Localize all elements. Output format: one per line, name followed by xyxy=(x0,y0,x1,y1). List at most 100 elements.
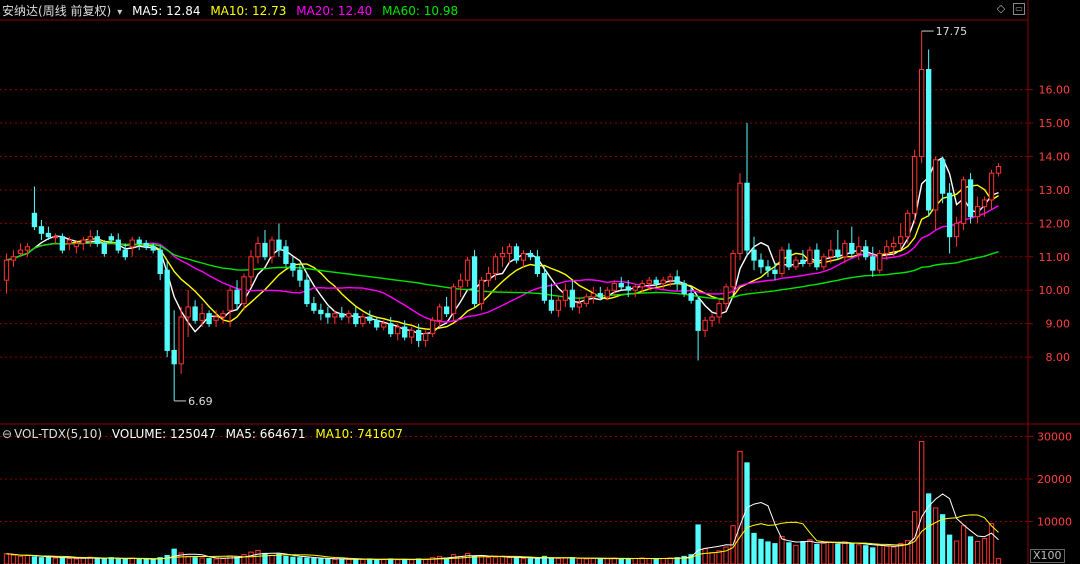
candle-body xyxy=(527,252,534,258)
candle-body xyxy=(639,283,645,288)
volume-bar xyxy=(73,558,80,564)
ma20-label: MA20: 12.40 xyxy=(296,4,373,18)
candle-body xyxy=(960,179,967,224)
volume-bar xyxy=(946,534,953,564)
volume-bar xyxy=(702,548,708,564)
period-label: (周线 前复权) xyxy=(38,4,112,18)
candlestick-series xyxy=(3,31,1002,401)
candle-body xyxy=(842,242,848,258)
candle-body xyxy=(241,276,247,305)
candle-body xyxy=(262,242,268,258)
volume-tick-label: 10000 xyxy=(1037,516,1072,529)
candle-body xyxy=(918,69,925,157)
candle-body xyxy=(101,242,107,254)
candle-body xyxy=(674,276,680,285)
candle-body xyxy=(38,226,45,234)
volume-bar xyxy=(695,524,701,564)
candle-body xyxy=(402,326,408,338)
volume-bar xyxy=(513,557,520,564)
candle-body xyxy=(87,236,93,241)
volume-bar xyxy=(422,558,429,564)
volume-bar xyxy=(828,541,834,564)
candle-body xyxy=(716,303,722,318)
candle-body xyxy=(583,296,589,305)
volume-bar xyxy=(402,558,408,564)
volume-bar xyxy=(185,555,191,564)
volume-bar xyxy=(898,543,904,564)
candle-body xyxy=(478,279,485,305)
vol-ma10-label: MA10: 741607 xyxy=(315,427,403,441)
volume-bar xyxy=(877,543,883,564)
volume-bar xyxy=(856,544,862,564)
candle-body xyxy=(464,259,471,281)
candle-body xyxy=(946,192,953,238)
volume-bar xyxy=(332,558,338,564)
candle-body xyxy=(800,259,806,264)
candle-body xyxy=(436,306,443,321)
candle-body xyxy=(534,256,541,275)
candle-body xyxy=(471,256,478,305)
candle-body xyxy=(52,236,59,239)
candle-body xyxy=(506,246,513,254)
candle-body xyxy=(988,172,995,201)
candle-body xyxy=(569,289,576,308)
candle-body xyxy=(311,303,317,311)
volume-bar xyxy=(94,557,100,564)
price-tick-label: 16.00 xyxy=(1039,84,1071,97)
candle-body xyxy=(227,289,233,311)
high-price-label: 17.75 xyxy=(936,25,968,38)
candle-body xyxy=(723,286,729,305)
volume-bar xyxy=(716,550,722,564)
restore-window-icon[interactable]: ▭ xyxy=(1013,3,1025,15)
volume-bar xyxy=(849,543,855,564)
stock-name[interactable]: 安纳达 xyxy=(2,4,38,18)
volume-bar xyxy=(932,507,939,564)
vol-indicator-label[interactable]: VOL-TDX(5,10) xyxy=(14,427,102,441)
volume-bar xyxy=(318,558,324,564)
volume-bar xyxy=(464,552,471,564)
volume-bar xyxy=(506,557,513,564)
volume-bar xyxy=(374,559,380,564)
ma60-label: MA60: 10.98 xyxy=(382,4,459,18)
collapse-icon[interactable]: ⊖ xyxy=(2,427,12,441)
candle-body xyxy=(925,69,932,211)
candle-body xyxy=(737,182,743,254)
candle-body xyxy=(625,286,631,291)
volume-bar xyxy=(863,545,869,564)
volume-bar xyxy=(884,545,890,564)
price-tick-label: 13.00 xyxy=(1039,184,1071,197)
candle-body xyxy=(939,159,946,194)
price-tick-label: 11.00 xyxy=(1039,251,1071,264)
candle-body xyxy=(807,249,813,264)
candle-body xyxy=(597,293,603,298)
volume-tick-label: 20000 xyxy=(1037,473,1072,486)
volume-tick-label: 30000 xyxy=(1037,431,1072,444)
volume-bar xyxy=(960,525,967,564)
stock-chart[interactable]: 8.00 9.00 10.00 11.00 12.00 13.00 14.00 15.00 16… xyxy=(0,0,1080,564)
volume-bar xyxy=(325,558,331,564)
price-tick-label: 14.00 xyxy=(1039,150,1071,163)
candle-body xyxy=(66,239,73,244)
volume-bar xyxy=(569,557,576,564)
candle-body xyxy=(884,246,890,254)
candle-body xyxy=(248,256,254,278)
volume-bar xyxy=(555,557,562,564)
dropdown-arrow-icon[interactable]: ▾ xyxy=(117,7,122,18)
price-tick-label: 8.00 xyxy=(1046,351,1071,364)
volume-bar xyxy=(653,558,659,564)
ma5-label: MA5: 12.84 xyxy=(132,4,201,18)
price-tick-label: 9.00 xyxy=(1046,318,1071,331)
volume-bar xyxy=(360,558,366,564)
price-header: 安纳达(周线 前复权) ▾ MA5: 12.84 MA10: 12.73 MA20… xyxy=(2,4,464,20)
candle-body xyxy=(136,239,142,244)
volume-bar xyxy=(346,558,352,564)
price-tick-label: 12.00 xyxy=(1039,217,1071,230)
volume-bar xyxy=(227,555,233,564)
volume-bar xyxy=(988,523,995,564)
price-tick-label: 15.00 xyxy=(1039,117,1071,130)
volume-bar xyxy=(283,555,289,564)
candle-body xyxy=(877,252,883,271)
candle-body xyxy=(429,319,436,335)
diamond-icon[interactable]: ◇ xyxy=(995,3,1007,15)
candle-body xyxy=(283,246,289,264)
